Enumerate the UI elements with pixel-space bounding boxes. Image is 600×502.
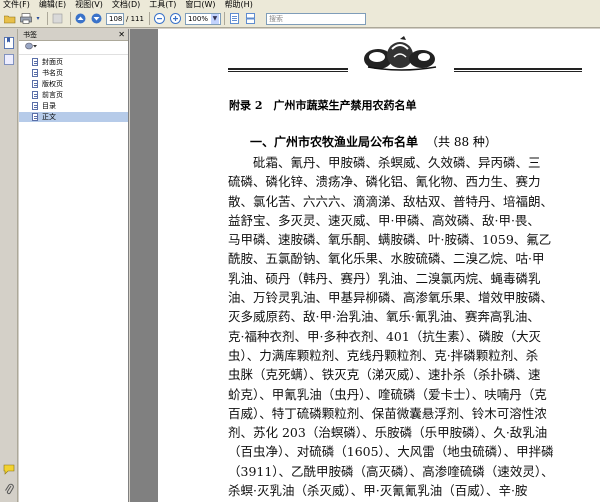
text-line: 杀螟·灭乳油（杀灭威）、甲·灭氰氰乳油（百威）、辛·胺 <box>228 483 528 499</box>
comments-icon[interactable] <box>3 463 15 475</box>
text-line: 虫）、力满库颗粒剂、克线丹颗粒剂、克·拌磷颗粒剂、杀 <box>228 347 539 363</box>
bookmark-list: 封面页 书名页 版权页 前言页 目录 正文 <box>19 55 128 122</box>
bookmark-panel-icon[interactable] <box>3 37 15 49</box>
menu-edit[interactable]: 编辑(E) <box>39 0 66 10</box>
page-thumbnails-icon[interactable] <box>3 53 15 65</box>
next-page-icon[interactable] <box>90 12 103 25</box>
menu-tools[interactable]: 工具(T) <box>149 0 176 10</box>
search-input[interactable]: 搜索 <box>265 12 366 25</box>
header-rule-right <box>454 68 582 72</box>
text-line: 虫脒（克死螨）、铁灭克（涕灭威）、速扑杀（杀扑磷、速 <box>228 367 541 383</box>
vegetable-ornament-image <box>364 36 437 71</box>
bookmark-copyright[interactable]: 版权页 <box>19 79 128 89</box>
menu-bar: 文件(F) 编辑(E) 视图(V) 文档(D) 工具(T) 窗口(W) 帮助(H… <box>0 0 600 10</box>
zoom-out-icon[interactable] <box>153 12 166 25</box>
zoom-value: 100% <box>187 14 208 23</box>
print-icon[interactable] <box>19 12 32 25</box>
toolbar-separator <box>148 12 150 25</box>
bookmark-page-icon <box>32 58 38 66</box>
attachment-paperclip-icon[interactable] <box>3 483 15 495</box>
bookmark-page-icon <box>32 69 38 77</box>
section-count: （共 88 种） <box>426 135 497 149</box>
toolbar: ▾ 108 / 111 100% ▼ 搜索 <box>0 10 600 28</box>
continuous-page-icon[interactable] <box>244 12 257 25</box>
menu-help[interactable]: 帮助(H) <box>225 0 253 10</box>
text-line: 克·福种衣剂、甲·多种衣剂、401（抗生素）、磷胺（大灭 <box>228 328 542 344</box>
chevron-down-icon: ▼ <box>210 13 219 24</box>
text-line: 百威）、特丁硫磷颗粒剂、保苗微囊悬浮剂、铃木可溶性浓 <box>228 405 547 421</box>
document-page: 附录 2 广州市蔬菜生产禁用农药名单 一、广州市农牧渔业局公布名单 （共 88 种… <box>158 29 600 502</box>
section-heading: 一、广州市农牧渔业局公布名单 （共 88 种） <box>250 133 497 150</box>
single-page-icon[interactable] <box>228 12 241 25</box>
text-line: （3911）、乙酰甲胺磷（高灭磷）、高渗喹硫磷（速效灵）、 <box>228 463 554 479</box>
text-line: 剂、苏化 203（治螟磷）、乐胺磷（乐甲胺磷）、久·敌乳油 <box>228 425 548 441</box>
text-line: 酰胺、五氯酚钠、氧化乐果、水胺硫磷、二溴乙烷、咕·甲 <box>228 251 545 267</box>
menu-file[interactable]: 文件(F) <box>3 0 30 10</box>
bookmarks-panel-header: 书签 ✕ <box>19 29 128 41</box>
pesticide-list-text: 砒霜、氰丹、甲胺磷、杀螟威、久效磷、异丙磷、三 硫磷、磷化锌、溃疡净、磷化铝、氰… <box>228 153 592 500</box>
toolbar-separator <box>223 12 225 25</box>
text-line: 灭多威原药、敌·甲·治乳油、氧乐·氰乳油、赛奔高乳油、 <box>228 309 540 325</box>
text-line: 油、万铃灵乳油、甲基异柳磷、高渗氧乐果、增效甲胺磷、 <box>228 290 554 306</box>
hand-tool-icon[interactable] <box>51 12 64 25</box>
bookmark-main-text[interactable]: 正文 <box>19 112 128 122</box>
text-line: 砒霜、氰丹、甲胺磷、杀螟威、久效磷、异丙磷、三 <box>253 155 541 170</box>
document-viewport[interactable]: 附录 2 广州市蔬菜生产禁用农药名单 一、广州市农牧渔业局公布名单 （共 88 种… <box>130 29 600 502</box>
text-line: 益舒宝、多灭灵、速灭威、甲·甲磷、高效磷、敌·甲·畏、 <box>228 212 540 228</box>
text-line: 马甲磷、速胺磷、氧乐酮、螨胺磷、叶·胺磷、1059、氟乙 <box>228 232 552 248</box>
zoom-in-icon[interactable] <box>169 12 182 25</box>
close-icon[interactable]: ✕ <box>118 30 125 39</box>
header-rule-left <box>228 68 348 72</box>
menu-window[interactable]: 窗口(W) <box>185 0 215 10</box>
section-heading-text: 一、广州市农牧渔业局公布名单 <box>250 135 419 149</box>
bookmarks-panel: 书签 ✕ 封面页 书名页 版权页 前言页 目录 正文 <box>19 29 129 502</box>
navigation-strip <box>0 29 18 502</box>
zoom-select[interactable]: 100% ▼ <box>184 12 221 25</box>
previous-page-icon[interactable] <box>74 12 87 25</box>
bookmarks-panel-title: 书签 <box>23 30 37 39</box>
menu-document[interactable]: 文档(D) <box>112 0 140 10</box>
text-line: （百虫净）、对硫磷（1605）、大风雷（地虫硫磷）、甲拌磷 <box>228 444 554 460</box>
bookmarks-toolbar <box>19 41 128 55</box>
menu-view[interactable]: 视图(V) <box>75 0 103 10</box>
bookmark-page-icon <box>32 113 38 121</box>
bookmark-cover[interactable]: 封面页 <box>19 57 128 67</box>
bookmark-page-icon <box>32 102 38 110</box>
text-line: 蚧克）、甲氰乳油（虫丹）、喹硫磷（爱卡士）、呋喃丹（克 <box>228 386 547 402</box>
text-line: 散、氯化苦、六六六、滴滴涕、敌枯双、普特丹、培福朗、 <box>228 193 554 209</box>
open-folder-icon[interactable] <box>3 12 16 25</box>
page-number-input[interactable]: 108 <box>106 12 124 25</box>
bookmark-options-icon[interactable] <box>25 41 37 54</box>
toolbar-separator <box>70 12 71 25</box>
bookmark-contents[interactable]: 目录 <box>19 101 128 111</box>
page-total-label: / 111 <box>126 14 144 23</box>
bookmark-title-page[interactable]: 书名页 <box>19 68 128 78</box>
text-line: 乳油、硕丹（韩丹、赛丹）乳油、二溴氯丙烷、蝇毒磷乳 <box>228 270 541 286</box>
bookmark-page-icon <box>32 80 38 88</box>
bookmark-preface[interactable]: 前言页 <box>19 90 128 100</box>
text-line: 硫磷、磷化锌、溃疡净、磷化铝、氰化物、西力生、赛力 <box>228 174 541 190</box>
dropdown-arrow-icon[interactable]: ▾ <box>35 12 41 25</box>
bookmark-page-icon <box>32 91 38 99</box>
appendix-title: 附录 2 广州市蔬菜生产禁用农药名单 <box>229 99 417 112</box>
toolbar-separator <box>47 12 48 25</box>
